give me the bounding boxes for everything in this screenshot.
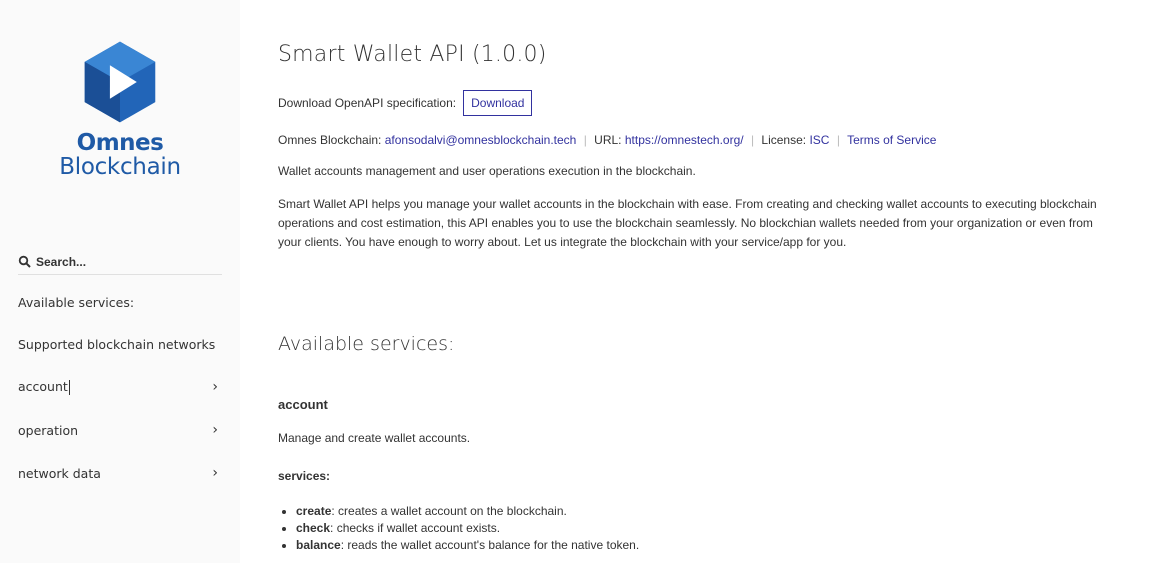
contact-label: Omnes Blockchain: [278, 133, 382, 147]
terms-link[interactable]: Terms of Service [847, 133, 936, 147]
list-item: check: checks if wallet account exists. [296, 520, 639, 537]
sidebar: Omnes Blockchain Available services: Sup… [0, 0, 240, 563]
api-description: Smart Wallet API helps you manage your w… [278, 197, 1097, 249]
sidebar-item-label: Available services: [18, 294, 135, 310]
sidebar-item-operation[interactable]: operation › [18, 420, 222, 440]
license-link[interactable]: ISC [809, 133, 829, 147]
logo-text-blockchain: Blockchain [59, 154, 181, 180]
service-text: : checks if wallet account exists. [330, 521, 501, 535]
chevron-right-icon: › [212, 465, 218, 481]
separator: | [583, 133, 587, 147]
available-services-heading: Available services: [278, 333, 455, 355]
url-label: URL: [594, 133, 622, 147]
url-link[interactable]: https://omnestech.org/ [625, 133, 744, 147]
account-heading: account [278, 397, 328, 412]
api-info: Omnes Blockchain: afonsodalvi@omnesblock… [278, 133, 936, 147]
download-button[interactable]: Download [463, 90, 533, 116]
sidebar-item-label: network data [18, 465, 101, 481]
search-icon [18, 255, 31, 268]
sidebar-item-label: operation [18, 422, 79, 438]
download-label: Download OpenAPI specification: [278, 96, 457, 110]
service-name: balance [296, 538, 341, 552]
services-label: services: [278, 469, 331, 483]
sidebar-item-label: account [18, 379, 68, 394]
contact-email-link[interactable]: afonsodalvi@omnesblockchain.tech [385, 133, 577, 147]
short-description: Wallet accounts management and user oper… [278, 164, 696, 178]
search-input[interactable] [36, 255, 216, 269]
service-name: check [296, 521, 331, 535]
logo-icon [84, 41, 156, 123]
text-cursor [68, 380, 70, 395]
license-label: License: [761, 133, 807, 147]
list-item: balance: reads the wallet account's bala… [296, 537, 639, 554]
separator: | [750, 133, 755, 147]
logo[interactable]: Omnes Blockchain [40, 40, 200, 200]
sidebar-item-network-data[interactable]: network data › [18, 463, 222, 483]
sidebar-item-label-wrap: account [18, 379, 70, 395]
account-description: Manage and create wallet accounts. [278, 431, 471, 445]
search-box [18, 250, 222, 275]
service-text: : reads the wallet account's balance for… [340, 538, 640, 552]
download-row: Download OpenAPI specification: Download [278, 90, 533, 116]
service-name: create [296, 504, 332, 518]
chevron-right-icon: › [212, 379, 218, 395]
services-list: create: creates a wallet account on the … [278, 503, 639, 554]
page-title: Smart Wallet API (1.0.0) [278, 42, 547, 67]
sidebar-item-label: Supported blockchain networks [18, 336, 216, 352]
sidebar-item-account[interactable]: account › [18, 377, 222, 397]
service-text: : creates a wallet account on the blockc… [331, 504, 567, 518]
list-item: create: creates a wallet account on the … [296, 503, 639, 520]
sidebar-item-available-services[interactable]: Available services: [18, 292, 222, 312]
sidebar-item-supported-networks[interactable]: Supported blockchain networks [18, 334, 222, 354]
chevron-right-icon: › [212, 422, 218, 438]
separator: | [836, 133, 840, 147]
logo-text-omnes: Omnes [76, 130, 164, 156]
